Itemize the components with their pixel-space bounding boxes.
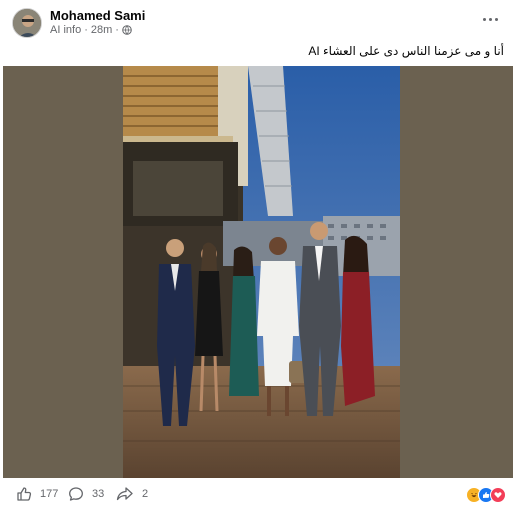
post-meta: AI info · 28m ·	[50, 24, 132, 36]
love-reaction-icon	[490, 487, 506, 503]
post-subtitle[interactable]: AI info	[50, 24, 81, 36]
share-button[interactable]: 2	[116, 486, 148, 502]
post-header: Mohamed Sami AI info · 28m ·	[0, 0, 518, 44]
comment-count: 33	[92, 488, 105, 500]
meta-separator-2: ·	[115, 24, 119, 36]
comment-button[interactable]: 33	[68, 486, 104, 502]
author-name[interactable]: Mohamed Sami	[50, 8, 145, 23]
like-button[interactable]: 177	[16, 486, 58, 502]
like-count: 177	[40, 488, 59, 500]
meta-separator: ·	[84, 24, 88, 36]
post-caption: أنا و مى عزمنا الناس دى على العشاء AI	[308, 44, 504, 58]
thumbs-up-icon	[16, 486, 32, 502]
comment-bubble-icon	[68, 486, 84, 502]
post-photo[interactable]	[123, 66, 400, 478]
post-actions-bar: 177 33 2	[0, 478, 518, 514]
more-options-icon[interactable]	[480, 12, 500, 26]
photo-frame[interactable]	[3, 66, 513, 478]
globe-icon	[122, 25, 132, 35]
post-time[interactable]: 28m	[91, 24, 112, 36]
post-card: Mohamed Sami AI info · 28m · أنا و مى عز…	[0, 0, 518, 514]
reaction-summary[interactable]	[466, 487, 506, 503]
share-count: 2	[142, 488, 149, 500]
share-arrow-icon	[116, 486, 134, 502]
author-avatar[interactable]	[12, 8, 42, 38]
